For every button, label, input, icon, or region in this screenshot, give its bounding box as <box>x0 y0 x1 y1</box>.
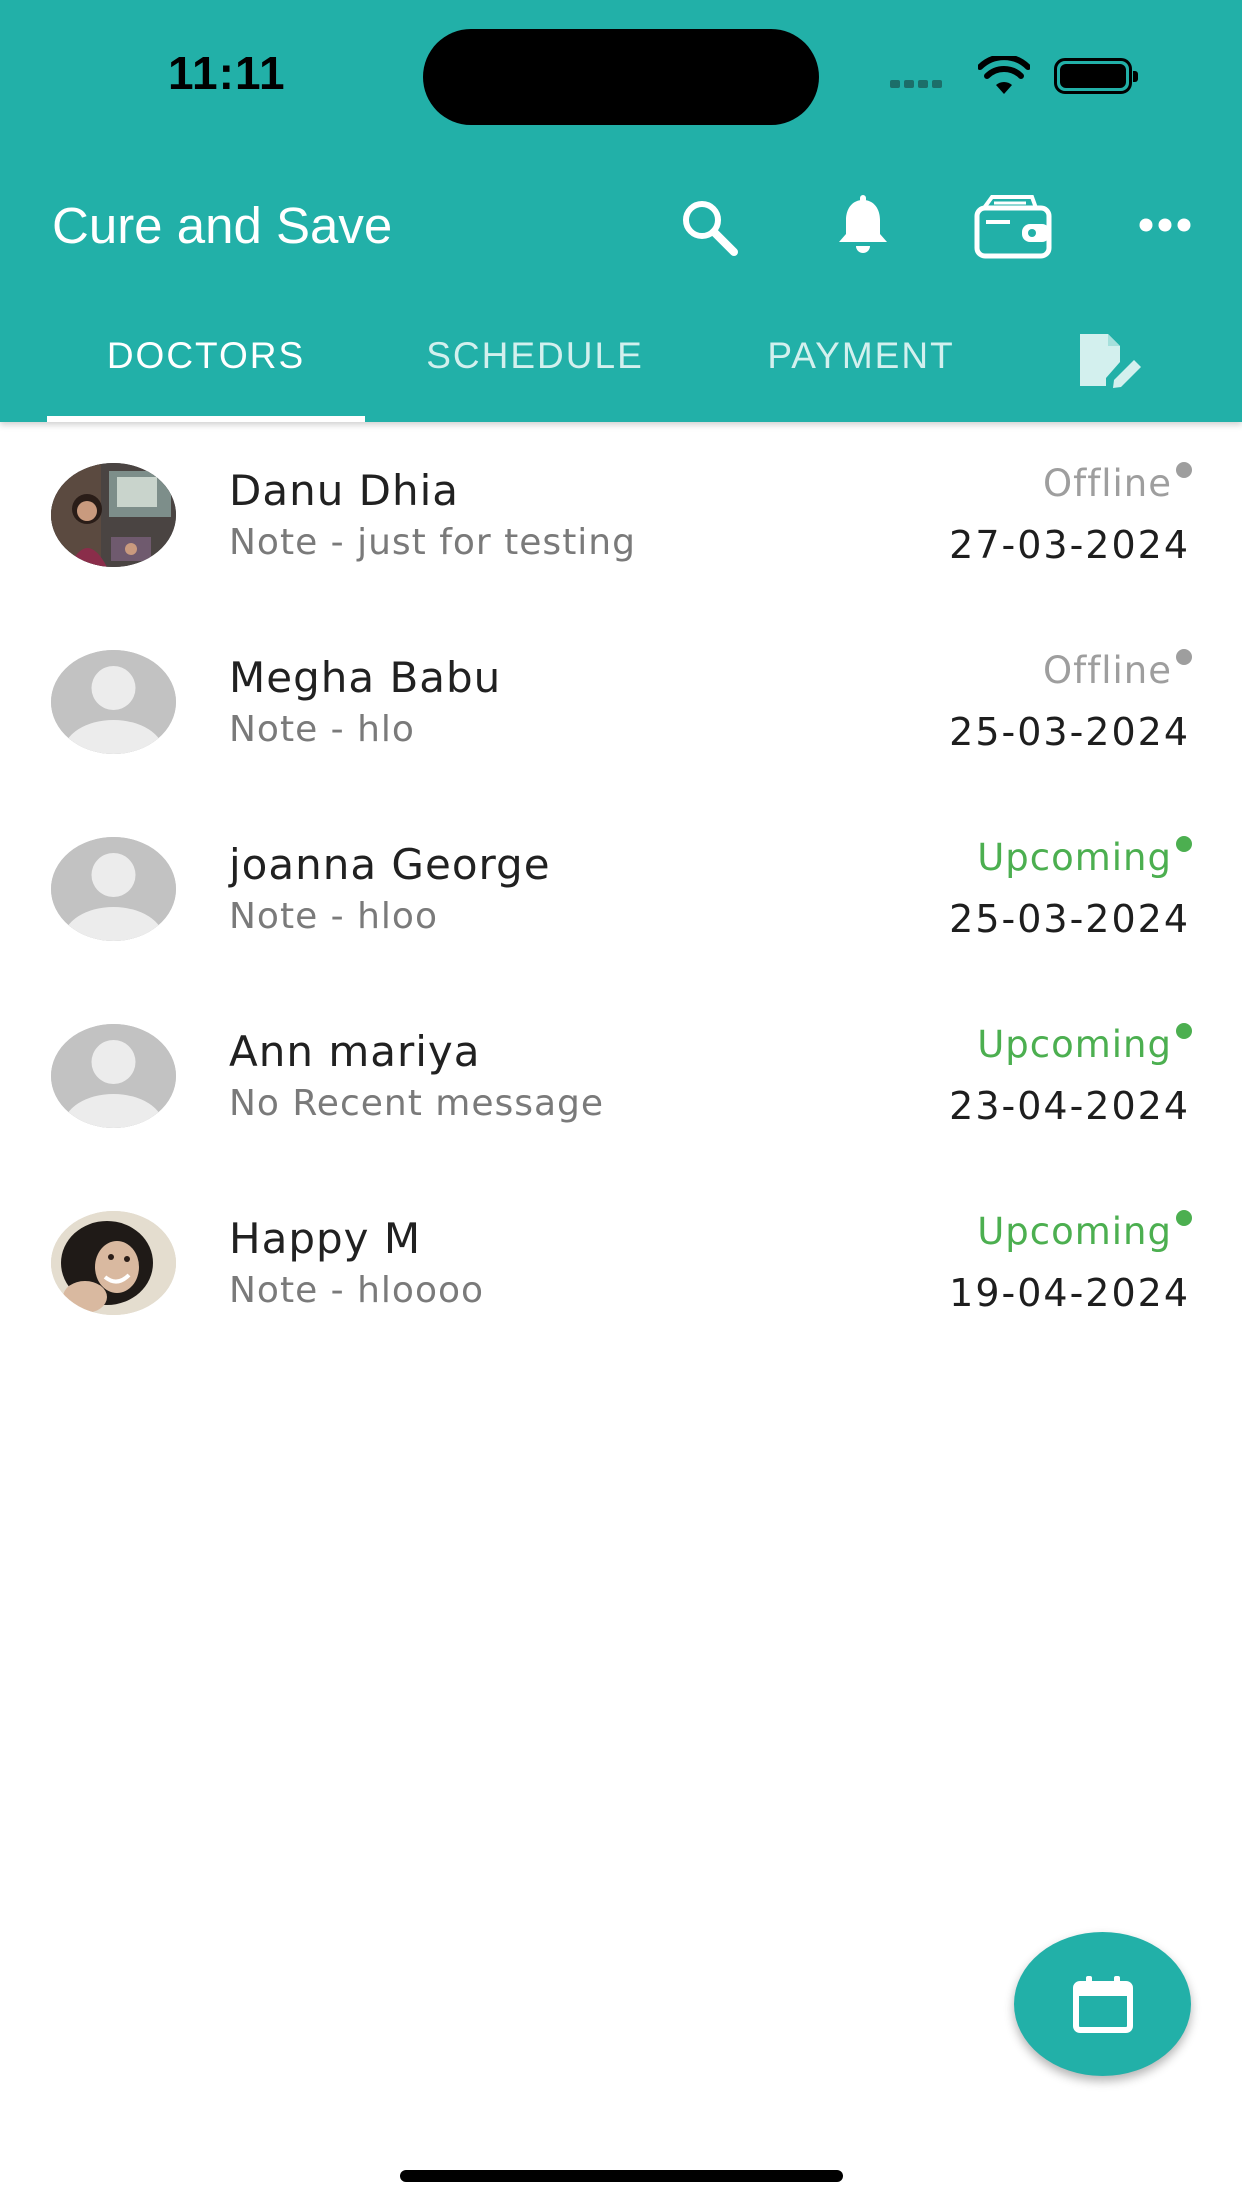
doctor-note: No Recent message <box>229 1083 605 1124</box>
list-item[interactable]: Danu Dhia Note - just for testing Offlin… <box>0 422 1242 609</box>
app-title: Cure and Save <box>52 197 393 254</box>
bell-icon[interactable] <box>834 194 892 258</box>
tab-payment[interactable]: PAYMENT <box>720 322 1002 422</box>
list-item[interactable]: Ann mariya No Recent message Upcoming 23… <box>0 983 1242 1170</box>
battery-icon <box>1054 58 1138 94</box>
doctor-name: Megha Babu <box>229 653 502 702</box>
status-dot <box>1176 462 1192 478</box>
doctor-note: Note - hlo <box>229 709 415 750</box>
calendar-icon <box>1073 1976 1133 2033</box>
person-placeholder-icon <box>51 1024 176 1128</box>
status-dot <box>1176 649 1192 665</box>
status-label: Upcoming <box>977 836 1172 879</box>
doctor-note: Note - hloo <box>229 896 438 937</box>
tab-bar: DOCTORS SCHEDULE PAYMENT <box>0 322 1242 422</box>
avatar <box>51 837 176 941</box>
status-bar-time: 11:11 <box>168 47 286 99</box>
appointment-date: 25-03-2024 <box>949 897 1190 941</box>
doctor-note: Note - just for testing <box>229 522 636 563</box>
wallet-icon[interactable] <box>974 192 1054 260</box>
status-dot <box>1176 1210 1192 1226</box>
active-tab-indicator <box>47 416 365 422</box>
avatar <box>51 650 176 754</box>
app-header: 11:11 Cure and Save DOCTORS SCHEDULE PAY… <box>0 0 1242 422</box>
doctor-name: Happy M <box>229 1214 422 1263</box>
avatar <box>51 1211 176 1315</box>
avatar <box>51 1024 176 1128</box>
appointment-date: 25-03-2024 <box>949 710 1190 754</box>
search-icon[interactable] <box>678 196 740 258</box>
home-indicator <box>400 2170 843 2182</box>
calendar-button[interactable] <box>1014 1932 1191 2076</box>
doctor-name: Ann mariya <box>229 1027 481 1076</box>
doctor-photo <box>51 463 176 567</box>
tab-doctors[interactable]: DOCTORS <box>47 322 365 422</box>
doctor-name: Danu Dhia <box>229 466 460 515</box>
wifi-icon <box>978 56 1030 94</box>
avatar <box>51 463 176 567</box>
doctor-photo <box>51 1211 176 1315</box>
status-label: Offline <box>1043 462 1172 505</box>
list-item[interactable]: Megha Babu Note - hlo Offline 25-03-2024 <box>0 609 1242 796</box>
appointment-date: 27-03-2024 <box>949 523 1190 567</box>
status-label: Offline <box>1043 649 1172 692</box>
appointment-date: 23-04-2024 <box>949 1084 1190 1128</box>
person-placeholder-icon <box>51 650 176 754</box>
dynamic-island <box>423 29 819 125</box>
tab-schedule[interactable]: SCHEDULE <box>395 322 675 422</box>
more-horizontal-icon[interactable] <box>1138 216 1192 234</box>
status-dot <box>1176 1023 1192 1039</box>
doctor-list: Danu Dhia Note - just for testing Offlin… <box>0 422 1242 1357</box>
doctor-note: Note - hloooo <box>229 1270 485 1311</box>
status-label: Upcoming <box>977 1023 1172 1066</box>
list-item[interactable]: joanna George Note - hloo Upcoming 25-03… <box>0 796 1242 983</box>
doctor-name: joanna George <box>229 840 551 889</box>
status-label: Upcoming <box>977 1210 1172 1253</box>
status-dot <box>1176 836 1192 852</box>
edit-document-icon[interactable] <box>1078 332 1146 392</box>
appointment-date: 19-04-2024 <box>949 1271 1190 1315</box>
list-item[interactable]: Happy M Note - hloooo Upcoming 19-04-202… <box>0 1170 1242 1357</box>
cellular-signal-icon <box>890 80 954 92</box>
person-placeholder-icon <box>51 837 176 941</box>
